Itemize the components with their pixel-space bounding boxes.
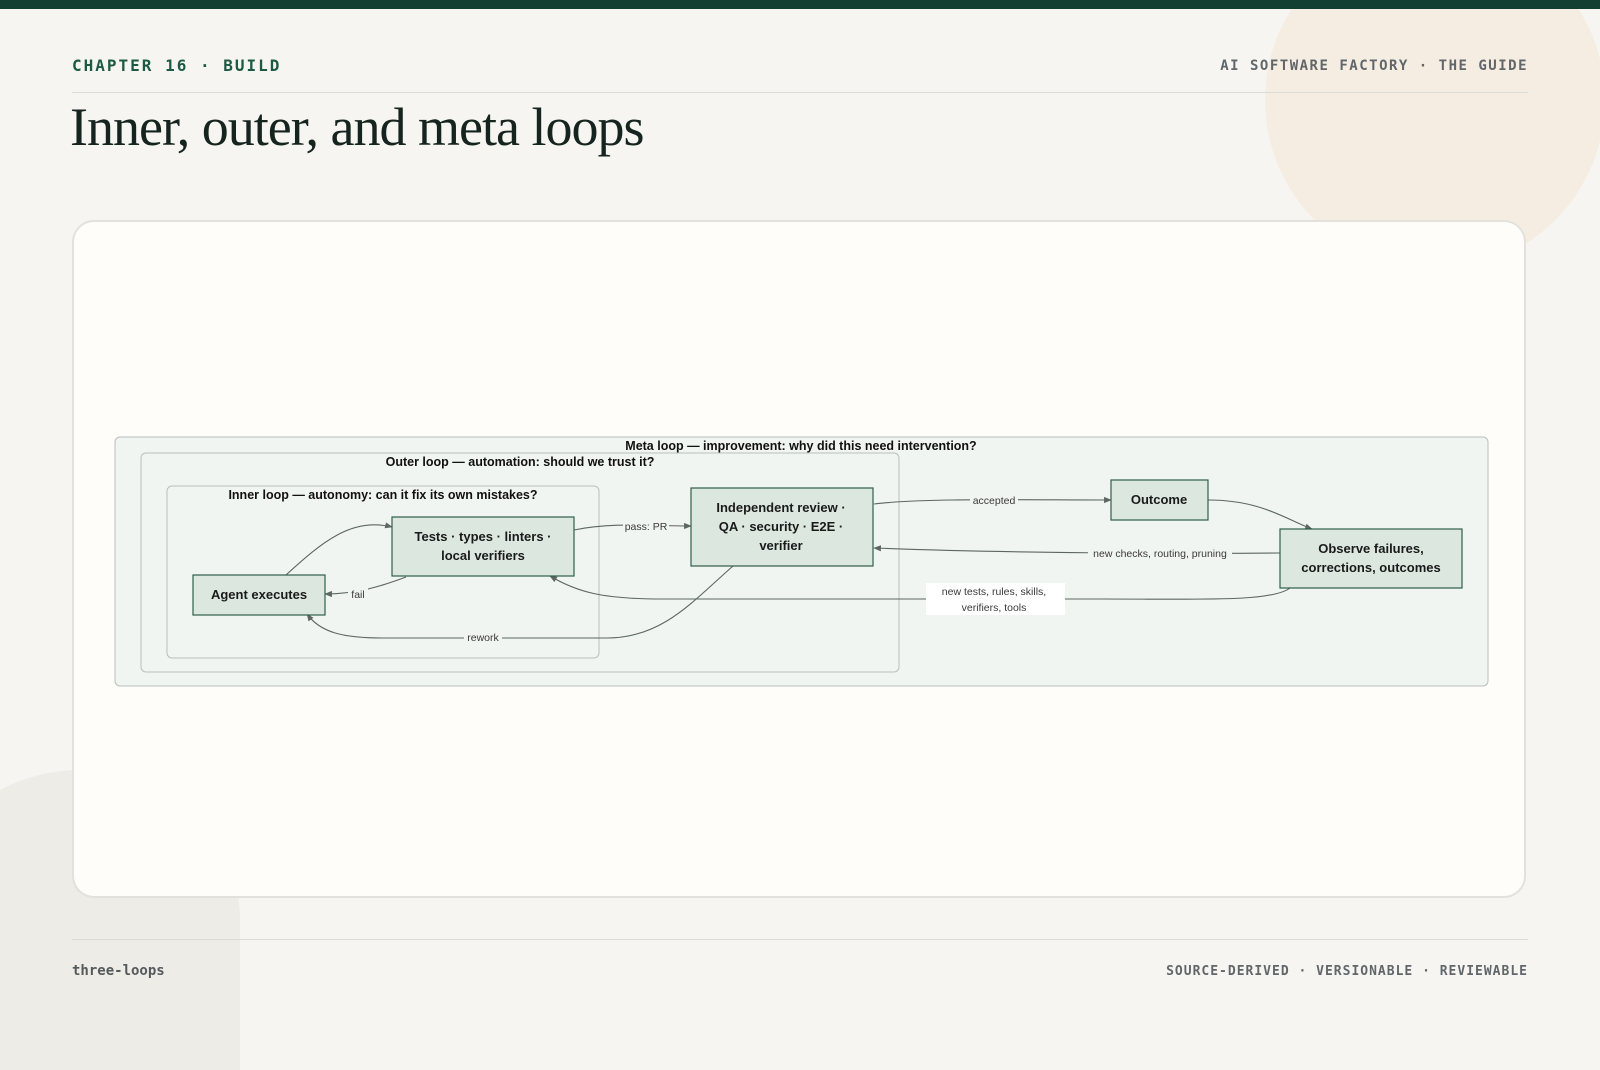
node-tests-label-2: local verifiers xyxy=(441,548,525,563)
node-review-label-3: verifier xyxy=(759,538,802,553)
outer-loop-title: Outer loop — automation: should we trust… xyxy=(386,455,655,469)
meta-loop-title: Meta loop — improvement: why did this ne… xyxy=(625,439,976,453)
loops-diagram: Meta loop — improvement: why did this ne… xyxy=(114,436,1489,687)
edge-label-rework: rework xyxy=(467,632,499,644)
edge-label-new-tests-2: verifiers, tools xyxy=(962,602,1027,614)
node-outcome-label: Outcome xyxy=(1131,492,1187,507)
page-title: Inner, outer, and meta loops xyxy=(70,97,644,157)
chapter-label: CHAPTER 16 · BUILD xyxy=(72,56,282,75)
edge-label-pass: pass: PR xyxy=(625,521,668,533)
footer-slug: three-loops xyxy=(72,963,165,979)
node-agent-label: Agent executes xyxy=(211,587,307,602)
edge-label-accepted: accepted xyxy=(973,495,1016,507)
footer-tagline: SOURCE-DERIVED · VERSIONABLE · REVIEWABL… xyxy=(1166,964,1528,979)
guide-label: AI SOFTWARE FACTORY · THE GUIDE xyxy=(1220,58,1528,74)
node-tests xyxy=(391,516,575,577)
edge-label-new-checks: new checks, routing, pruning xyxy=(1093,548,1227,560)
inner-loop-title: Inner loop — autonomy: can it fix its ow… xyxy=(228,488,537,502)
node-review-label-2: QA · security · E2E · xyxy=(719,519,844,534)
node-tests-label-1: Tests · types · linters · xyxy=(414,529,551,544)
node-observe xyxy=(1279,528,1463,589)
node-observe-label-2: corrections, outcomes xyxy=(1301,560,1440,575)
node-review-label-1: Independent review · xyxy=(716,500,845,515)
diagram-card: Meta loop — improvement: why did this ne… xyxy=(72,220,1526,898)
top-accent-bar xyxy=(0,0,1600,9)
edge-label-new-tests-1: new tests, rules, skills, xyxy=(942,586,1046,598)
edge-label-fail: fail xyxy=(351,589,364,601)
footer-divider xyxy=(72,939,1528,940)
node-observe-label-1: Observe failures, xyxy=(1318,541,1424,556)
page-header: CHAPTER 16 · BUILD AI SOFTWARE FACTORY ·… xyxy=(72,56,1528,93)
